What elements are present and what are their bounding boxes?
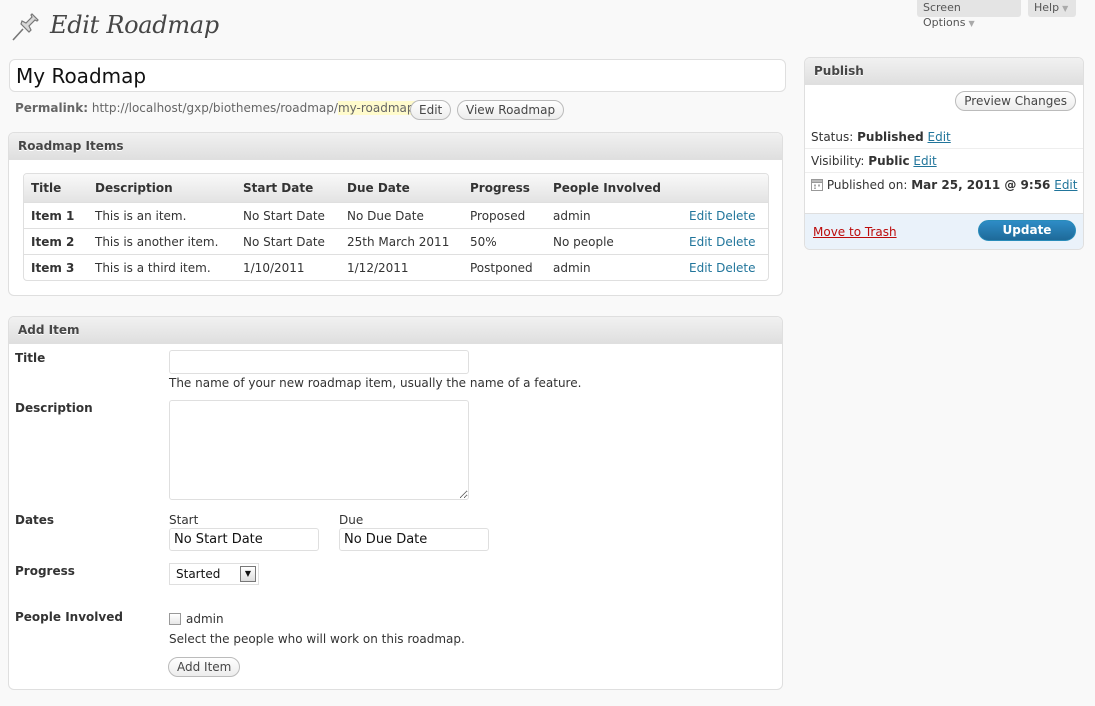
- delete-item-link[interactable]: Delete: [716, 235, 755, 249]
- progress-label: Progress: [15, 564, 75, 578]
- item-description: This is another item.: [88, 228, 236, 254]
- update-button[interactable]: Update: [978, 220, 1076, 241]
- triangle-down-icon: ▼: [968, 19, 975, 28]
- admin-checkbox-label: admin: [186, 612, 224, 626]
- people-involved-label: People Involved: [15, 610, 123, 624]
- item-actions: Edit Delete: [682, 202, 768, 228]
- publish-heading: Publish: [805, 58, 1083, 85]
- column-header: People Involved: [546, 174, 682, 202]
- edit-permalink-button[interactable]: Edit: [410, 100, 452, 120]
- item-actions: Edit Delete: [682, 228, 768, 254]
- column-header: Description: [88, 174, 236, 202]
- edit-date-link[interactable]: Edit: [1054, 178, 1077, 192]
- column-header: Due Date: [340, 174, 463, 202]
- item-progress: 50%: [463, 228, 546, 254]
- item-title-input[interactable]: [169, 350, 469, 374]
- visibility-label: Visibility:: [811, 154, 865, 168]
- move-to-trash-link[interactable]: Move to Trash: [813, 225, 897, 239]
- column-header: Start Date: [236, 174, 340, 202]
- dates-label: Dates: [15, 513, 55, 527]
- item-progress: Postponed: [463, 254, 546, 280]
- progress-selected-value: Started: [176, 567, 221, 581]
- table-row: Item 3 This is a third item. 1/10/2011 1…: [24, 254, 768, 280]
- screen-options-label: Screen Options: [923, 1, 966, 29]
- add-item-button[interactable]: Add Item: [168, 657, 241, 677]
- item-title: Item 1: [24, 202, 88, 228]
- status-label: Status:: [811, 130, 854, 144]
- post-title-input[interactable]: [9, 59, 786, 92]
- item-due-date: No Due Date: [340, 202, 463, 228]
- item-title: Item 2: [24, 228, 88, 254]
- item-people: No people: [546, 228, 682, 254]
- status-row: Status: Published Edit: [811, 130, 951, 144]
- progress-select[interactable]: Started ▼: [169, 563, 259, 585]
- roadmap-items-table: Title Description Start Date Due Date Pr…: [23, 173, 769, 281]
- description-label: Description: [15, 401, 93, 415]
- triangle-down-icon: ▼: [1062, 4, 1069, 13]
- edit-status-link[interactable]: Edit: [928, 130, 951, 144]
- item-start-date: No Start Date: [236, 202, 340, 228]
- publish-actions: Move to Trash Update: [805, 213, 1083, 249]
- view-roadmap-button[interactable]: View Roadmap: [457, 100, 565, 120]
- add-item-box: Add Item Title The name of your new road…: [8, 316, 783, 690]
- item-description: This is an item.: [88, 202, 236, 228]
- table-header-row: Title Description Start Date Due Date Pr…: [24, 174, 768, 202]
- divider: [805, 172, 1083, 173]
- edit-item-link[interactable]: Edit: [689, 261, 712, 275]
- help-label: Help: [1034, 1, 1060, 14]
- title-label: Title: [15, 351, 46, 365]
- item-start-date: No Start Date: [236, 228, 340, 254]
- visibility-value: Public: [868, 154, 910, 168]
- page-title: Edit Roadmap: [50, 11, 219, 39]
- item-people: admin: [546, 202, 682, 228]
- item-actions: Edit Delete: [682, 254, 768, 280]
- item-people: admin: [546, 254, 682, 280]
- start-date-label: Start: [169, 513, 199, 527]
- status-value: Published: [857, 130, 924, 144]
- table-row: Item 1 This is an item. No Start Date No…: [24, 202, 768, 228]
- admin-checkbox[interactable]: [169, 613, 181, 625]
- published-on-label: Published on:: [826, 178, 908, 192]
- item-start-date: 1/10/2011: [236, 254, 340, 280]
- visibility-row: Visibility: Public Edit: [811, 154, 937, 168]
- permalink-base-url: http://localhost/gxp/biothemes/roadmap/: [91, 101, 338, 115]
- help-tab[interactable]: Help ▼: [1028, 0, 1076, 17]
- edit-item-link[interactable]: Edit: [689, 235, 712, 249]
- title-help-text: The name of your new roadmap item, usual…: [169, 376, 582, 390]
- column-header: Title: [24, 174, 88, 202]
- published-on-value: Mar 25, 2011 @ 9:56: [911, 178, 1051, 192]
- calendar-icon: [811, 179, 823, 191]
- publish-box: Publish Preview Changes Status: Publishe…: [804, 57, 1084, 250]
- column-header-actions: [682, 174, 768, 202]
- item-due-date: 1/12/2011: [340, 254, 463, 280]
- column-header: Progress: [463, 174, 546, 202]
- permalink-row: Permalink: http://localhost/gxp/biotheme…: [15, 101, 419, 115]
- delete-item-link[interactable]: Delete: [716, 209, 755, 223]
- add-item-heading: Add Item: [9, 317, 782, 344]
- item-progress: Proposed: [463, 202, 546, 228]
- preview-changes-button[interactable]: Preview Changes: [955, 91, 1076, 111]
- item-description-textarea[interactable]: [169, 400, 469, 500]
- permalink-slug[interactable]: my-roadmap: [337, 101, 415, 115]
- item-title: Item 3: [24, 254, 88, 280]
- due-date-input[interactable]: [339, 528, 489, 551]
- published-on-row: Published on: Mar 25, 2011 @ 9:56 Edit: [811, 178, 1077, 192]
- delete-item-link[interactable]: Delete: [716, 261, 755, 275]
- pushpin-icon: [12, 13, 39, 41]
- due-date-label: Due: [339, 513, 364, 527]
- people-help-text: Select the people who will work on this …: [169, 632, 465, 646]
- divider: [805, 148, 1083, 149]
- item-description: This is a third item.: [88, 254, 236, 280]
- screen-options-tab[interactable]: Screen Options ▼: [917, 0, 1021, 29]
- permalink-label: Permalink:: [15, 101, 89, 115]
- item-due-date: 25th March 2011: [340, 228, 463, 254]
- edit-item-link[interactable]: Edit: [689, 209, 712, 223]
- chevron-down-icon[interactable]: ▼: [240, 566, 256, 582]
- table-row: Item 2 This is another item. No Start Da…: [24, 228, 768, 254]
- start-date-input[interactable]: [169, 528, 319, 551]
- edit-visibility-link[interactable]: Edit: [913, 154, 936, 168]
- roadmap-items-heading: Roadmap Items: [9, 133, 782, 160]
- roadmap-items-box: Roadmap Items Title Description Start Da…: [8, 132, 783, 296]
